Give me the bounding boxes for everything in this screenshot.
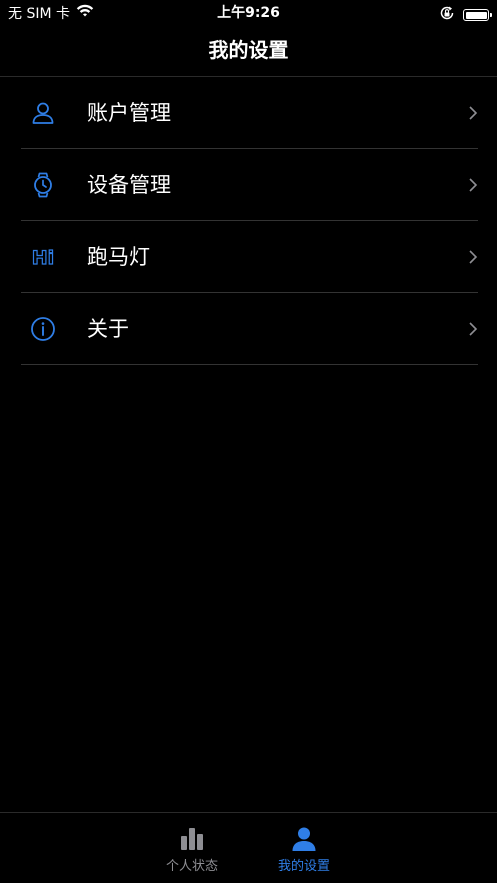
tab-personal-status[interactable]: 个人状态 <box>136 813 248 883</box>
settings-menu: 账户管理 设备管理 Hi 跑马灯 关于 <box>0 77 497 365</box>
battery-fill <box>465 11 487 19</box>
menu-item-label: 设备管理 <box>87 173 171 197</box>
menu-item-label: 跑马灯 <box>87 245 150 269</box>
tab-label: 个人状态 <box>165 859 218 874</box>
nav-bar: 我的设置 <box>0 26 497 77</box>
user-icon <box>30 100 56 126</box>
chevron-right-icon <box>468 321 478 337</box>
battery-icon <box>463 9 492 21</box>
tab-my-settings[interactable]: 我的设置 <box>248 813 360 883</box>
chevron-right-icon <box>468 105 478 121</box>
status-time: 上午9:26 <box>217 5 280 21</box>
menu-item-label: 账户管理 <box>87 101 171 125</box>
tab-label: 我的设置 <box>277 859 330 874</box>
watch-icon <box>30 172 56 198</box>
bar-chart-icon <box>136 826 248 852</box>
hi-text-icon: Hi <box>30 244 56 270</box>
menu-item-account[interactable]: 账户管理 <box>21 77 478 149</box>
person-icon <box>248 826 360 852</box>
page-title: 我的设置 <box>208 38 289 62</box>
menu-item-label: 关于 <box>87 317 129 341</box>
status-right-group <box>439 5 492 25</box>
chevron-right-icon <box>468 177 478 193</box>
status-bar: 无 SIM 卡 上午9:26 <box>0 0 497 26</box>
info-icon <box>30 316 56 342</box>
menu-item-about[interactable]: 关于 <box>21 293 478 365</box>
chevron-right-icon <box>468 249 478 265</box>
menu-item-device[interactable]: 设备管理 <box>21 149 478 221</box>
hi-icon-text: Hi <box>32 247 54 269</box>
tab-bar: 个人状态 我的设置 <box>0 812 497 883</box>
menu-item-marquee[interactable]: Hi 跑马灯 <box>21 221 478 293</box>
orientation-lock-icon <box>439 5 455 25</box>
